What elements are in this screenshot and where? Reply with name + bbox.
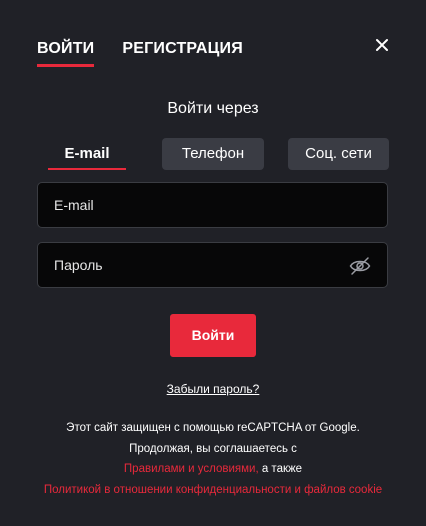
tab-login[interactable]: ВОЙТИ bbox=[37, 40, 95, 67]
password-field[interactable] bbox=[38, 243, 387, 287]
password-field-box bbox=[37, 242, 388, 288]
terms-line: Правилами и условиями, а также bbox=[0, 463, 426, 475]
recaptcha-notice: Этот сайт защищен с помощью reCAPTCHA от… bbox=[66, 422, 360, 434]
privacy-line: Политикой в отношении конфиденциальности… bbox=[0, 484, 426, 496]
method-email-tab[interactable]: E-mail bbox=[48, 138, 126, 170]
also-text: а также bbox=[258, 463, 303, 475]
method-social-tab[interactable]: Соц. сети bbox=[288, 138, 389, 170]
privacy-link[interactable]: Политикой в отношении конфиденциальности… bbox=[44, 484, 382, 496]
login-button[interactable]: Войти bbox=[170, 314, 256, 357]
close-icon bbox=[376, 39, 388, 51]
close-button[interactable] bbox=[372, 36, 392, 56]
email-field[interactable] bbox=[38, 183, 387, 227]
forgot-password-link[interactable]: Забыли пароль? bbox=[167, 382, 260, 396]
forgot-password: Забыли пароль? bbox=[0, 382, 426, 396]
email-field-box bbox=[37, 182, 388, 228]
eye-slash-icon[interactable] bbox=[349, 256, 371, 276]
login-via-title: Войти через bbox=[167, 100, 259, 117]
agreement-text: Продолжая, вы соглашаетесь с bbox=[129, 443, 297, 455]
auth-tabs: ВОЙТИ РЕГИСТРАЦИЯ bbox=[37, 40, 243, 67]
terms-link[interactable]: Правилами и условиями, bbox=[124, 463, 259, 475]
method-phone-tab[interactable]: Телефон bbox=[162, 138, 264, 170]
auth-modal: ВОЙТИ РЕГИСТРАЦИЯ Войти через E-mail Тел… bbox=[0, 0, 426, 526]
tab-register[interactable]: РЕГИСТРАЦИЯ bbox=[122, 40, 243, 67]
